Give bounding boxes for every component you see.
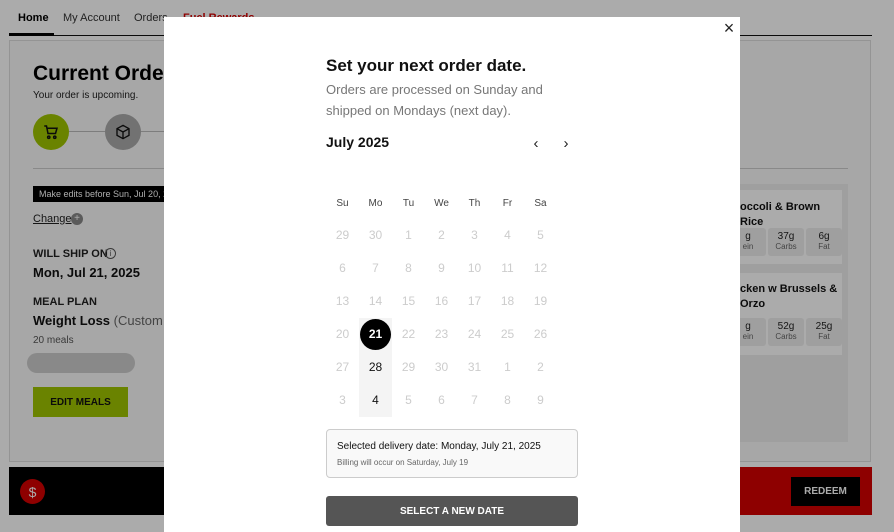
modal-description: Orders are processed on Sunday and shipp… bbox=[326, 82, 543, 118]
calendar-day: 18 bbox=[500, 294, 515, 308]
calendar-day: 8 bbox=[504, 393, 511, 407]
calendar-day: 24 bbox=[467, 327, 482, 341]
calendar-day: 5 bbox=[537, 228, 544, 242]
calendar-day: 4 bbox=[504, 228, 511, 242]
calendar-day: 11 bbox=[501, 261, 514, 275]
weekday-label: Su bbox=[336, 198, 349, 209]
calendar-day: 7 bbox=[471, 393, 478, 407]
calendar-day: 6 bbox=[438, 393, 445, 407]
calendar-day: 20 bbox=[335, 327, 350, 341]
weekday-label: Tu bbox=[402, 198, 415, 209]
calendar-day: 16 bbox=[434, 294, 449, 308]
calendar-day: 19 bbox=[533, 294, 548, 308]
calendar-day: 30 bbox=[368, 228, 383, 242]
calendar-day: 1 bbox=[405, 228, 412, 242]
calendar-day: 1 bbox=[504, 360, 511, 374]
billing-date-text: Billing will occur on Saturday, July 19 bbox=[337, 458, 469, 467]
calendar-day: 15 bbox=[401, 294, 416, 308]
selected-date-text: Selected delivery date: Monday, July 21,… bbox=[337, 441, 541, 452]
select-new-date-button[interactable]: SELECT A NEW DATE bbox=[326, 496, 578, 526]
calendar-day: 2 bbox=[537, 360, 544, 374]
calendar-day: 12 bbox=[533, 261, 548, 275]
weekday-label: Mo bbox=[368, 198, 383, 209]
calendar-day: 9 bbox=[537, 393, 544, 407]
chevron-left-icon[interactable]: ‹ bbox=[527, 133, 545, 153]
calendar-day: 9 bbox=[438, 261, 445, 275]
calendar-day: 27 bbox=[335, 360, 350, 374]
calendar-day: 22 bbox=[401, 327, 416, 341]
weekday-label: Fr bbox=[502, 198, 513, 209]
calendar-day: 5 bbox=[405, 393, 412, 407]
calendar-day: 10 bbox=[467, 261, 482, 275]
calendar-day: 17 bbox=[467, 294, 482, 308]
order-date-modal: × Set your next order date. Orders are p… bbox=[164, 17, 740, 532]
close-icon[interactable]: × bbox=[719, 18, 739, 38]
chevron-right-icon[interactable]: › bbox=[557, 133, 575, 153]
weekday-label: Sa bbox=[534, 198, 547, 209]
calendar-day: 13 bbox=[335, 294, 350, 308]
calendar-day: 31 bbox=[467, 360, 482, 374]
calendar-day[interactable]: 4 bbox=[359, 384, 392, 417]
calendar-day[interactable]: 28 bbox=[359, 351, 392, 384]
weekday-label: Th bbox=[468, 198, 481, 209]
calendar-month: July 2025 bbox=[326, 134, 390, 150]
calendar-day: 2 bbox=[438, 228, 445, 242]
calendar-day: 6 bbox=[339, 261, 346, 275]
calendar-day: 30 bbox=[434, 360, 449, 374]
calendar-day: 23 bbox=[434, 327, 449, 341]
modal-title: Set your next order date. bbox=[326, 56, 527, 75]
calendar-day: 8 bbox=[405, 261, 412, 275]
calendar-day: 29 bbox=[401, 360, 416, 374]
calendar-day: 3 bbox=[471, 228, 478, 242]
calendar-day: 26 bbox=[533, 327, 548, 341]
weekday-label: We bbox=[434, 198, 449, 209]
calendar-day: 25 bbox=[500, 327, 515, 341]
selected-date-box: Selected delivery date: Monday, July 21,… bbox=[326, 429, 578, 478]
calendar-day: 3 bbox=[339, 393, 346, 407]
calendar-day-selected[interactable]: 21 bbox=[359, 318, 392, 351]
calendar-day: 7 bbox=[372, 261, 379, 275]
calendar-day: 29 bbox=[335, 228, 350, 242]
calendar-day: 14 bbox=[368, 294, 383, 308]
